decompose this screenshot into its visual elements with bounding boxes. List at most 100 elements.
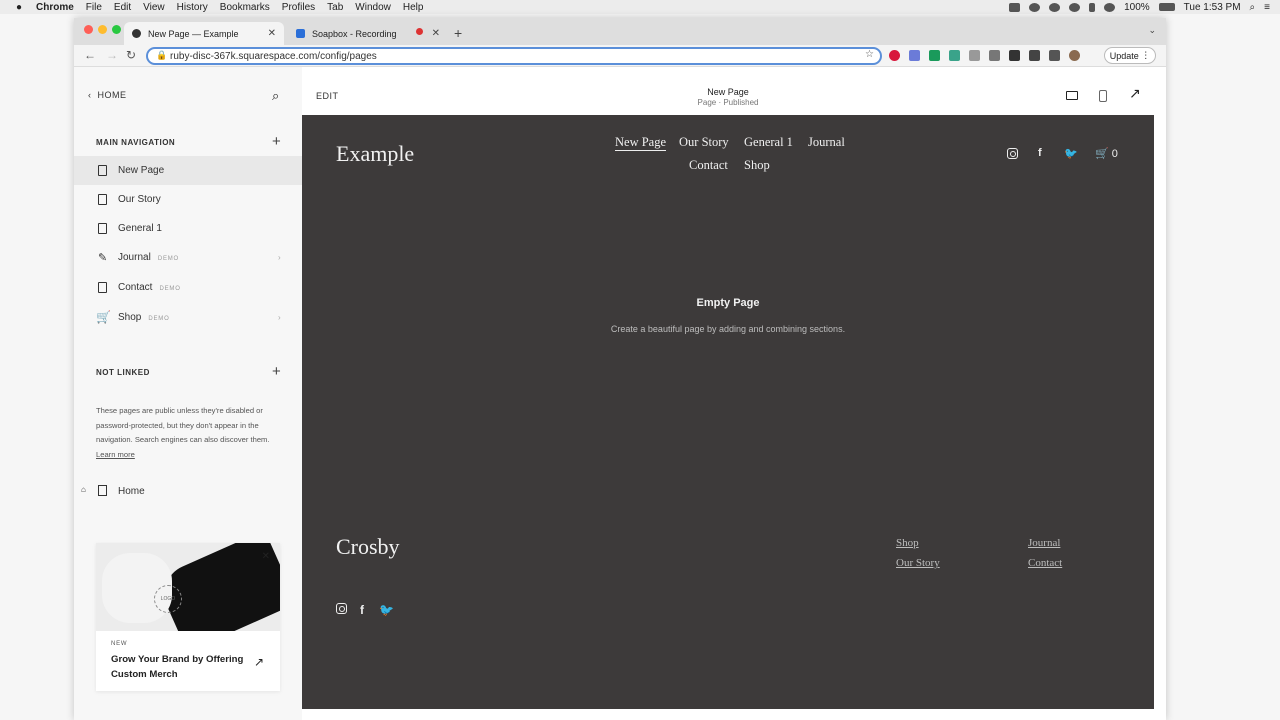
site-nav-shop[interactable]: Shop (744, 158, 770, 173)
site-logo[interactable]: Example (336, 141, 414, 167)
menu-tab[interactable]: Tab (327, 2, 343, 13)
address-bar[interactable]: 🔒 ruby-disc-367k.squarespace.com/config/… (146, 47, 882, 65)
footer-facebook-icon[interactable]: f (360, 603, 364, 617)
footer-link-our-story[interactable]: Our Story (896, 557, 940, 569)
search-icon[interactable]: ⌕ (1250, 2, 1256, 13)
learn-more-link[interactable]: Learn more (96, 450, 135, 459)
footer-link-shop[interactable]: Shop (896, 537, 919, 549)
new-tab-button[interactable]: + (454, 25, 462, 41)
menu-window[interactable]: Window (355, 2, 391, 13)
forward-button[interactable]: → (106, 48, 118, 62)
site-nav-contact[interactable]: Contact (689, 158, 728, 173)
site-nav-general-1[interactable]: General 1 (744, 135, 793, 150)
shop-label: Shop (118, 312, 142, 323)
menu-help[interactable]: Help (403, 2, 424, 13)
page-icon (98, 194, 107, 205)
menu-edit[interactable]: Edit (114, 2, 131, 13)
wifi-icon[interactable] (1104, 2, 1116, 12)
search-icon[interactable]: ⌕ (272, 88, 279, 104)
recording-indicator-icon (416, 28, 423, 35)
extension-grid-icon[interactable] (1009, 50, 1020, 61)
site-nav-new-page[interactable]: New Page (615, 135, 667, 151)
site-cart[interactable]: 🛒 0 (1095, 147, 1118, 160)
extension-record-icon[interactable] (889, 50, 900, 61)
close-tab-icon[interactable]: ✕ (432, 28, 440, 39)
update-button[interactable]: Update ⋮ (1104, 47, 1156, 64)
add-main-nav-page-button[interactable]: + (272, 134, 281, 149)
facebook-icon[interactable]: f (1038, 147, 1042, 159)
dropbox-icon[interactable] (1009, 2, 1021, 12)
sidebar-item-shop[interactable]: 🛒 Shop DEMO › (74, 303, 302, 332)
add-not-linked-page-button[interactable]: + (272, 364, 281, 379)
sidebar-item-journal[interactable]: ✎ Journal DEMO › (74, 243, 302, 272)
sidebar-item-home[interactable]: ⌂ Home (74, 481, 302, 503)
cloud-icon[interactable] (1029, 2, 1041, 12)
page-icon (98, 282, 107, 293)
sidebar-item-our-story[interactable]: Our Story (74, 185, 302, 214)
not-linked-title: NOT LINKED (96, 368, 150, 377)
sidepanel-icon[interactable] (1049, 50, 1060, 61)
sidebar-item-contact[interactable]: Contact DEMO (74, 273, 302, 302)
menu-profiles[interactable]: Profiles (282, 2, 315, 13)
open-site-arrow-icon[interactable]: ↗ (1129, 85, 1141, 102)
cart-icon: 🛒 (96, 310, 111, 324)
tab-title: New Page — Example (148, 28, 239, 39)
page-icon (98, 165, 107, 176)
extensions-icon[interactable] (1029, 50, 1040, 61)
extension-check-icon[interactable] (949, 50, 960, 61)
sidebar-item-label: Home (118, 486, 145, 497)
promo-logo-placeholder: LOGO (154, 585, 182, 613)
promo-card[interactable]: LOGO ✕ NEW Grow Your Brand by Offering C… (96, 543, 280, 691)
chevron-right-icon[interactable]: › (278, 253, 281, 262)
minimize-window-button[interactable] (98, 25, 107, 34)
zoom-window-button[interactable] (112, 25, 121, 34)
extension-puzzle-icon[interactable] (909, 50, 920, 61)
sidebar-item-new-page[interactable]: New Page (74, 156, 302, 185)
menubar-clock[interactable]: Tue 1:53 PM (1184, 2, 1241, 13)
apple-icon[interactable]: ● (14, 2, 24, 13)
empty-page-subtitle: Create a beautiful page by adding and co… (610, 324, 846, 334)
record-icon[interactable] (1069, 2, 1081, 12)
mobile-view-icon[interactable] (1099, 90, 1107, 102)
profile-avatar[interactable] (1069, 50, 1080, 61)
extensions-area (889, 50, 1080, 61)
lock-icon[interactable]: 🔒 (156, 50, 167, 61)
tab-new-page[interactable]: New Page — Example ✕ (124, 22, 284, 45)
chevron-right-icon[interactable]: › (278, 313, 281, 322)
arrow-up-right-icon[interactable]: ↗ (254, 655, 264, 669)
extension-card-icon[interactable] (969, 50, 980, 61)
back-button[interactable]: ← (84, 48, 96, 62)
chevron-left-icon: ‹ (88, 90, 92, 100)
close-icon[interactable]: ✕ (262, 551, 270, 562)
extension-sheets-icon[interactable] (929, 50, 940, 61)
menu-app-name[interactable]: Chrome (36, 2, 74, 13)
footer-logo[interactable]: Crosby (336, 534, 400, 560)
tab-search-chevron-icon[interactable]: ⌄ (1148, 25, 1156, 36)
bookmark-star-icon[interactable]: ☆ (865, 49, 874, 60)
bluetooth-icon[interactable] (1089, 2, 1096, 12)
site-nav-journal[interactable]: Journal (808, 135, 845, 150)
battery-icon[interactable] (1158, 3, 1175, 11)
home-back-link[interactable]: ‹ HOME (88, 90, 127, 100)
site-nav-our-story[interactable]: Our Story (679, 135, 729, 150)
close-tab-icon[interactable]: ✕ (268, 28, 276, 39)
menu-file[interactable]: File (86, 2, 102, 13)
extension-camera-icon[interactable] (989, 50, 1000, 61)
menu-history[interactable]: History (177, 2, 208, 13)
instagram-icon[interactable] (1007, 148, 1018, 162)
tab-title: Soapbox - Recording (312, 28, 397, 39)
footer-twitter-icon[interactable]: 🐦 (379, 603, 394, 617)
footer-link-contact[interactable]: Contact (1028, 557, 1062, 569)
tab-soapbox[interactable]: Soapbox - Recording ✕ (288, 22, 448, 45)
menu-view[interactable]: View (143, 2, 165, 13)
close-window-button[interactable] (84, 25, 93, 34)
reload-button[interactable]: ↻ (126, 48, 136, 62)
menu-bookmarks[interactable]: Bookmarks (220, 2, 270, 13)
sync-icon[interactable] (1049, 2, 1061, 12)
control-center-icon[interactable]: ≡ (1264, 2, 1270, 13)
footer-link-journal[interactable]: Journal (1028, 537, 1060, 549)
footer-instagram-icon[interactable] (336, 603, 347, 617)
desktop-view-icon[interactable] (1066, 91, 1078, 100)
sidebar-item-general-1[interactable]: General 1 (74, 214, 302, 243)
twitter-icon[interactable]: 🐦 (1064, 147, 1078, 160)
